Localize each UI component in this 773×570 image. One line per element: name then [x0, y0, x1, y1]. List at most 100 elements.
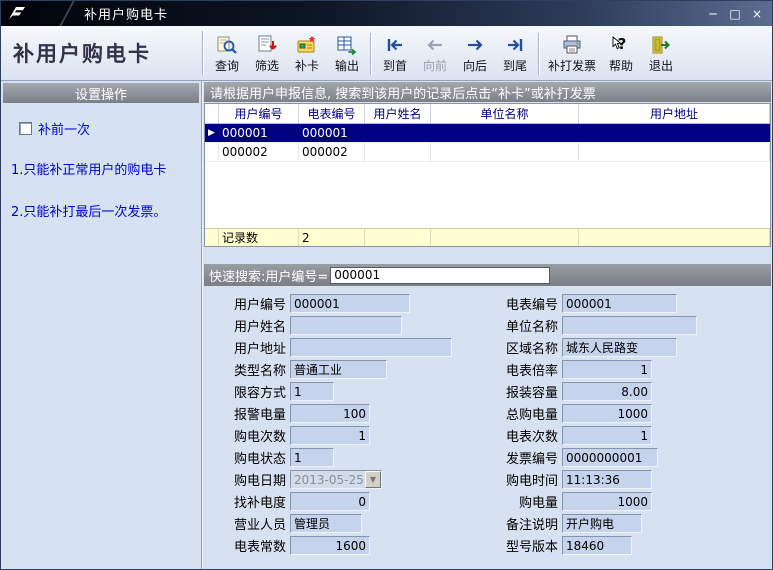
help-icon: ?	[610, 34, 632, 56]
toolbar-button-invoice[interactable]: 补打发票	[543, 28, 601, 80]
page-title: 补用户购电卡	[1, 26, 199, 80]
form-row: 购电时间11:13:36	[486, 470, 771, 489]
row-indicator-icon	[205, 143, 219, 161]
toolbar-button-next[interactable]: 向后	[455, 28, 495, 80]
field-right-9[interactable]: 1000	[562, 492, 652, 511]
field-label: 电表编号	[486, 294, 558, 313]
field-left-11[interactable]: 1600	[290, 536, 370, 555]
field-right-11[interactable]: 18460	[562, 536, 632, 555]
minimize-button[interactable]: ─	[705, 6, 721, 21]
field-left-3[interactable]: 普通工业	[290, 360, 387, 379]
toolbar-button-last[interactable]: 到尾	[495, 28, 535, 80]
maximize-button[interactable]: □	[727, 6, 743, 21]
field-label: 报装容量	[486, 382, 558, 401]
table-cell	[431, 143, 579, 161]
field-label: 购电状态	[214, 448, 286, 467]
field-left-6[interactable]: 1	[290, 426, 370, 445]
output-icon	[336, 34, 358, 56]
field-left-2[interactable]	[290, 338, 452, 357]
table-row[interactable]: ▶000001000001	[205, 124, 770, 143]
field-right-8[interactable]: 11:13:36	[562, 470, 652, 489]
form-row: 发票编号0000000001	[486, 448, 771, 467]
table-header-cell[interactable]: 用户姓名	[365, 104, 431, 123]
footer-cell	[579, 229, 770, 246]
field-left-0[interactable]: 000001	[290, 294, 410, 313]
form-row: 电表常数1600	[214, 536, 486, 555]
field-label: 购电次数	[214, 426, 286, 445]
toolbar-button-exit[interactable]: 退出	[641, 28, 681, 80]
filter-icon	[256, 34, 278, 56]
form-row: 电表倍率1	[486, 360, 771, 379]
field-right-4[interactable]: 8.00	[562, 382, 652, 401]
app-window: 补用户购电卡 ─ □ × 补用户购电卡 查询筛选补卡输出到首向前向后到尾补打发票…	[0, 0, 773, 570]
toolbar-button-output[interactable]: 输出	[327, 28, 367, 80]
field-left-10[interactable]: 管理员	[290, 514, 362, 533]
table-header-cell[interactable]: 用户编号	[219, 104, 299, 123]
search-input[interactable]	[330, 267, 550, 284]
field-right-5[interactable]: 1000	[562, 404, 652, 423]
field-value: 2013-05-25	[291, 473, 365, 487]
table-header-cell[interactable]: 单位名称	[431, 104, 579, 123]
row-indicator-icon: ▶	[205, 124, 219, 142]
field-right-3[interactable]: 1	[562, 360, 652, 379]
field-label: 购电量	[486, 492, 558, 511]
instruction-bar: 请根据用户申报信息, 搜索到该用户的记录后点击“补卡”或补打发票	[204, 82, 771, 102]
field-label: 购电日期	[214, 470, 286, 489]
toolbar-button-filter[interactable]: 筛选	[247, 28, 287, 80]
toolbar-button-first[interactable]: 到首	[375, 28, 415, 80]
table-header-cell[interactable]: 电表编号	[299, 104, 365, 123]
field-right-2[interactable]: 城东人民路变	[562, 338, 677, 357]
form-row: 限容方式1	[214, 382, 486, 401]
record-count-label: 记录数	[219, 229, 299, 246]
prev-icon	[424, 34, 446, 56]
table-footer-row: 记录数2	[205, 228, 770, 246]
checkbox-box[interactable]	[19, 122, 32, 135]
field-left-7[interactable]: 1	[290, 448, 334, 467]
toolbar-button-search[interactable]: 查询	[207, 28, 247, 80]
close-button[interactable]: ×	[749, 6, 765, 21]
field-right-1[interactable]	[562, 316, 697, 335]
table-indicator-header	[205, 104, 219, 123]
toolbar-separator	[370, 33, 372, 75]
table-header-cell[interactable]: 用户地址	[579, 104, 770, 123]
toolbar-button-help[interactable]: ? 帮助	[601, 28, 641, 80]
form-row: 营业人员管理员	[214, 514, 486, 533]
field-label: 用户姓名	[214, 316, 286, 335]
titlebar-divider	[47, 1, 74, 26]
search-label: 快速搜索:用户编号=	[209, 266, 328, 285]
table-cell	[579, 124, 770, 142]
toolbar-button-label: 向后	[463, 57, 487, 74]
field-label: 用户地址	[214, 338, 286, 357]
toolbar-button-label: 帮助	[609, 57, 633, 74]
field-label: 发票编号	[486, 448, 558, 467]
form-row: 用户地址	[214, 338, 486, 357]
sidebar-note-2: 2.只能补打最后一次发票。	[11, 204, 193, 222]
toolbar-button-card[interactable]: 补卡	[287, 28, 327, 80]
field-right-6[interactable]: 1	[562, 426, 652, 445]
toolbar-button-prev: 向前	[415, 28, 455, 80]
field-right-10[interactable]: 开户购电	[562, 514, 642, 533]
spacer	[204, 247, 771, 264]
checkbox-previous-time[interactable]: 补前一次	[19, 119, 199, 138]
svg-text:?: ?	[618, 35, 627, 53]
toolbar-button-label: 补卡	[295, 57, 319, 74]
field-label: 电表常数	[214, 536, 286, 555]
invoice-icon	[561, 34, 583, 56]
chevron-down-icon[interactable]: ▼	[365, 471, 381, 488]
field-left-4[interactable]: 1	[290, 382, 334, 401]
field-label: 电表倍率	[486, 360, 558, 379]
field-left-5[interactable]: 100	[290, 404, 370, 423]
field-label: 类型名称	[214, 360, 286, 379]
field-left-9[interactable]: 0	[290, 492, 370, 511]
sidebar-header: 设置操作	[3, 83, 199, 103]
field-right-0[interactable]: 000001	[562, 294, 677, 313]
field-label: 营业人员	[214, 514, 286, 533]
field-left-1[interactable]	[290, 316, 402, 335]
purchase-date-combobox[interactable]: 2013-05-25▼	[290, 470, 382, 489]
form-row: 购电次数1	[214, 426, 486, 445]
toolbar-buttons: 查询筛选补卡输出到首向前向后到尾补打发票? 帮助退出	[207, 26, 681, 80]
field-right-7[interactable]: 0000000001	[562, 448, 658, 467]
toolbar-button-label: 到首	[383, 57, 407, 74]
form-column-left: 用户编号000001用户姓名用户地址类型名称普通工业限容方式1报警电量100购电…	[214, 294, 486, 569]
table-row[interactable]: 000002000002	[205, 143, 770, 162]
